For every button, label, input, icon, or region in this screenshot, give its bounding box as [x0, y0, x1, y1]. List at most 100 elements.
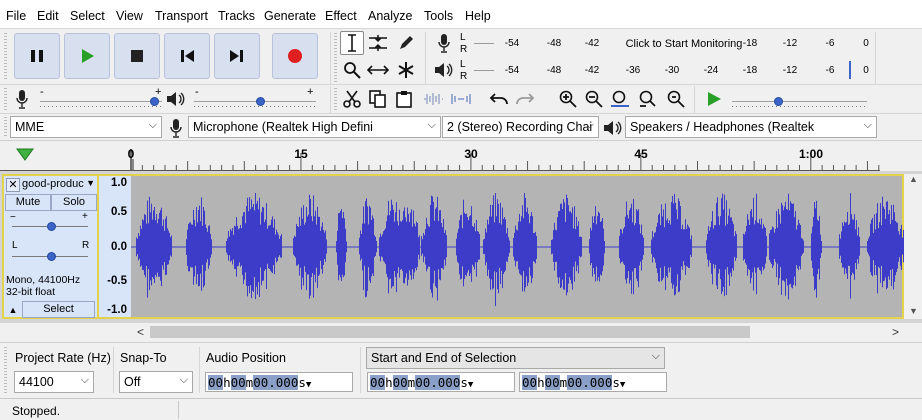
fit-project-button[interactable]	[636, 87, 660, 111]
trim-button[interactable]	[420, 87, 446, 111]
zoom-out-button[interactable]	[582, 87, 606, 111]
play-speed-ticks	[732, 106, 867, 107]
record-volume-slider[interactable]	[40, 96, 162, 108]
paste-button[interactable]	[392, 87, 416, 111]
scroll-right-icon[interactable]: >	[892, 325, 899, 339]
click-to-start-monitoring[interactable]: Click to Start Monitoring	[626, 38, 743, 50]
pause-icon	[31, 50, 43, 62]
track-name-menu[interactable]: good-produc ▼	[22, 178, 95, 192]
fit-project-icon	[639, 90, 656, 107]
scroll-down-icon: ▼	[909, 306, 918, 316]
pan-slider-thumb[interactable]	[47, 252, 56, 261]
menu-select[interactable]: Select	[70, 9, 105, 23]
record-button[interactable]	[272, 33, 318, 79]
undo-button[interactable]	[487, 87, 511, 111]
speaker-icon	[604, 121, 622, 135]
triangle-down-icon: ▼	[619, 380, 626, 390]
audio-host-select[interactable]: MME ⌵	[10, 116, 162, 138]
toolbar-separator	[875, 32, 876, 84]
play-speed-slider[interactable]	[732, 96, 867, 108]
redo-button[interactable]	[513, 87, 537, 111]
play-volume-icon-wrap	[164, 88, 188, 110]
waveform-view[interactable]	[131, 174, 905, 319]
copy-button[interactable]	[366, 87, 390, 111]
mixer-toolbar-grip[interactable]	[4, 88, 7, 112]
playback-device-select[interactable]: Speakers / Headphones (Realtek ⌵	[625, 116, 877, 138]
snap-to-select[interactable]: Off ⌵	[119, 371, 193, 393]
multi-tool[interactable]	[394, 58, 418, 82]
ruler-label: 15	[294, 147, 308, 161]
silence-button[interactable]	[448, 87, 474, 111]
record-meter-button[interactable]	[432, 31, 456, 55]
seconds-unit: s	[460, 375, 468, 390]
play-button[interactable]	[64, 33, 110, 79]
play-speed-thumb[interactable]	[774, 97, 783, 106]
skip-to-start-button[interactable]	[164, 33, 210, 79]
edit-toolbar-grip[interactable]	[334, 88, 337, 112]
selection-tool[interactable]	[340, 31, 364, 55]
selection-toolbar-grip[interactable]	[4, 347, 7, 393]
vertical-scale[interactable]: 1.0 0.5 0.0 -0.5 -1.0	[99, 174, 131, 319]
cut-button[interactable]	[340, 87, 364, 111]
play-at-speed-button[interactable]	[702, 87, 726, 111]
menu-analyze[interactable]: Analyze	[368, 9, 412, 23]
playback-device-value: Speakers / Headphones (Realtek	[630, 120, 815, 134]
redo-icon	[516, 93, 535, 105]
skip-to-end-button[interactable]	[214, 33, 260, 79]
record-volume-track	[40, 101, 162, 102]
solo-button[interactable]: Solo	[51, 194, 97, 211]
menu-edit[interactable]: Edit	[37, 9, 59, 23]
close-track-button[interactable]: ✕	[6, 178, 20, 192]
play-volume-thumb[interactable]	[256, 97, 265, 106]
track-control-panel[interactable]: ✕ good-produc ▼ Mute Solo − + L R Mono, 4…	[2, 174, 99, 319]
play-volume-slider[interactable]	[194, 96, 316, 108]
menu-transport[interactable]: Transport	[155, 9, 208, 23]
menu-tracks[interactable]: Tracks	[218, 9, 255, 23]
recording-device-select[interactable]: Microphone (Realtek High Defini ⌵	[188, 116, 441, 138]
play-meter-tick: 0	[863, 65, 869, 76]
menu-generate[interactable]: Generate	[264, 9, 316, 23]
selection-end-time[interactable]: 00h00m00.000s▼	[519, 372, 667, 392]
record-meter[interactable]: -54 -48 -42 Click to Start Monitoring -1…	[470, 31, 875, 55]
device-toolbar-grip[interactable]	[4, 117, 7, 137]
play-meter-button[interactable]	[432, 58, 456, 82]
i-beam-icon	[348, 34, 356, 52]
collapse-track-button[interactable]: ▲	[6, 303, 20, 317]
selection-start-time[interactable]: 00h00m00.000s▼	[367, 372, 515, 392]
select-track-button[interactable]: Select	[22, 301, 95, 318]
play-meter[interactable]: -54 -48 -42 -36 -30 -24 -18 -12 -6 0	[470, 58, 875, 82]
record-volume-thumb[interactable]	[150, 97, 159, 106]
fit-selection-button[interactable]	[608, 87, 632, 111]
horizontal-scrollbar[interactable]: < >	[0, 323, 922, 341]
menu-effect[interactable]: Effect	[325, 9, 357, 23]
envelope-icon	[369, 35, 387, 51]
horizontal-scroll-thumb[interactable]	[150, 326, 750, 338]
menu-file[interactable]: File	[6, 9, 26, 23]
recording-channels-select[interactable]: 2 (Stereo) Recording Chai ⌵	[442, 116, 599, 138]
menu-view[interactable]: View	[116, 9, 143, 23]
status-bar: Stopped.	[0, 398, 922, 420]
seconds-unit: s	[612, 375, 620, 390]
audio-position-time[interactable]: 00h00m00.000s▼	[205, 372, 353, 392]
mute-button[interactable]: Mute	[5, 194, 51, 211]
zoom-tool[interactable]	[340, 58, 364, 82]
menu-help[interactable]: Help	[465, 9, 491, 23]
menu-tools[interactable]: Tools	[424, 9, 453, 23]
selection-mode-select[interactable]: Start and End of Selection ⌵	[366, 347, 665, 369]
zoom-in-button[interactable]	[556, 87, 580, 111]
play-meter-tick: -42	[584, 65, 600, 76]
envelope-tool[interactable]	[366, 31, 390, 55]
pause-button[interactable]	[14, 33, 60, 79]
minutes-digits: 00	[392, 375, 408, 390]
gain-slider-thumb[interactable]	[47, 222, 56, 231]
vertical-scrollbar[interactable]: ▲ ▼	[904, 174, 922, 319]
scroll-left-icon[interactable]: <	[137, 325, 144, 339]
time-shift-tool[interactable]	[366, 58, 390, 82]
draw-tool[interactable]	[394, 31, 418, 55]
zoom-toggle-button[interactable]	[664, 87, 688, 111]
timeline-ruler[interactable]	[0, 140, 922, 171]
stop-button[interactable]	[114, 33, 160, 79]
tools-toolbar-grip[interactable]	[334, 33, 337, 83]
project-rate-select[interactable]: 44100 ⌵	[14, 371, 94, 393]
transport-toolbar-grip[interactable]	[4, 33, 7, 81]
